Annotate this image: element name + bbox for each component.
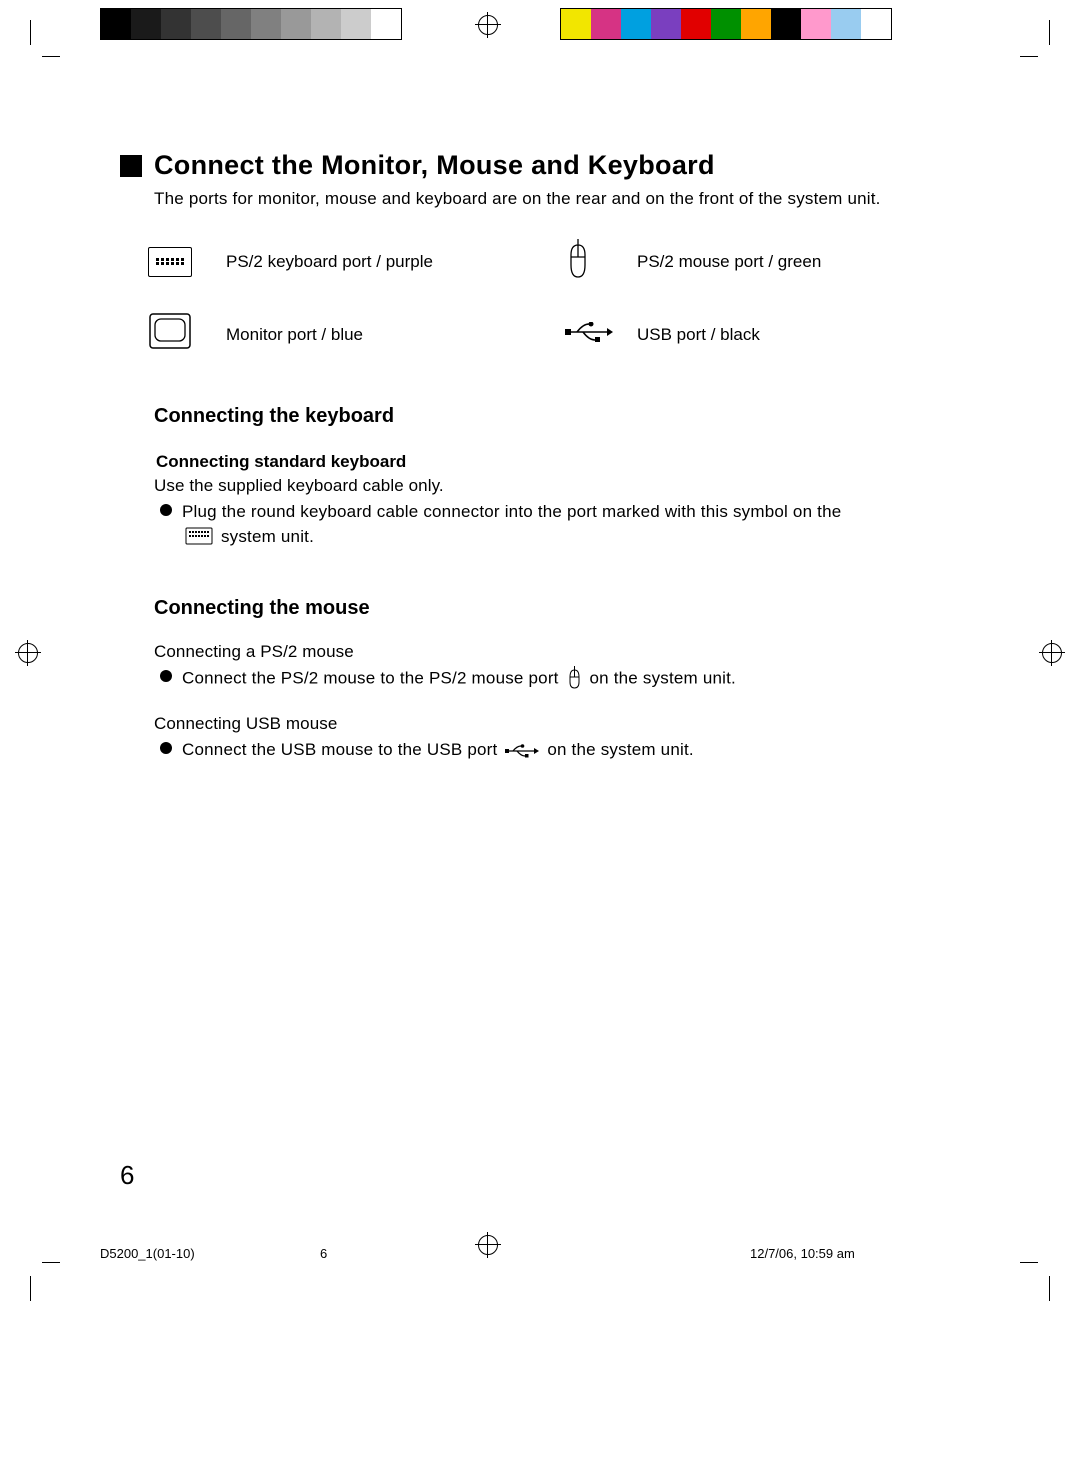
mouse-port-label: PS/2 mouse port / green <box>637 252 960 272</box>
crop-mark <box>1020 56 1038 57</box>
mouse-ps2-label: Connecting a PS/2 mouse <box>154 642 960 662</box>
swatch <box>371 9 401 39</box>
swatch <box>561 9 591 39</box>
text-fragment: system unit. <box>221 527 314 546</box>
mouse-ps2-bullet: Connect the PS/2 mouse to the PS/2 mouse… <box>154 666 960 692</box>
mouse-ps2-bullet-text: Connect the PS/2 mouse to the PS/2 mouse… <box>182 666 736 692</box>
crop-mark <box>1049 20 1050 45</box>
swatch <box>191 9 221 39</box>
swatch <box>101 9 131 39</box>
registration-target-icon <box>15 640 41 666</box>
swatch <box>771 9 801 39</box>
grayscale-swatch-bar <box>100 8 402 40</box>
keyboard-port-icon <box>148 247 210 277</box>
swatch <box>741 9 771 39</box>
keyboard-instruction-line: Use the supplied keyboard cable only. <box>154 476 960 496</box>
text-fragment: Plug the round keyboard cable connector … <box>182 502 841 521</box>
page-title: Connect the Monitor, Mouse and Keyboard <box>154 150 715 181</box>
crop-mark <box>42 1262 60 1263</box>
page-content: Connect the Monitor, Mouse and Keyboard … <box>120 150 960 763</box>
crop-mark <box>30 20 31 45</box>
mouse-usb-bullet-text: Connect the USB mouse to the USB port on… <box>182 738 694 763</box>
section-mouse-title: Connecting the mouse <box>154 597 960 620</box>
keyboard-port-label: PS/2 keyboard port / purple <box>226 252 549 272</box>
footer-page: 6 <box>320 1246 620 1261</box>
crop-mark <box>1020 1262 1038 1263</box>
color-swatch-bar <box>560 8 892 40</box>
swatch <box>681 9 711 39</box>
crop-mark <box>42 56 60 57</box>
crop-mark <box>30 1276 31 1301</box>
page-number: 6 <box>120 1160 134 1191</box>
registration-target-icon <box>475 12 501 38</box>
text-fragment: on the system unit. <box>547 740 693 759</box>
swatch <box>831 9 861 39</box>
swatch <box>131 9 161 39</box>
intro-text: The ports for monitor, mouse and keyboar… <box>154 189 960 209</box>
swatch <box>861 9 891 39</box>
keyboard-inline-icon <box>185 525 213 550</box>
usb-inline-icon <box>505 738 539 763</box>
swatch <box>341 9 371 39</box>
registration-target-icon <box>1039 640 1065 666</box>
footer-datetime: 12/7/06, 10:59 am <box>620 1246 980 1261</box>
text-fragment: Connect the PS/2 mouse to the PS/2 mouse… <box>182 669 559 688</box>
swatch <box>711 9 741 39</box>
crop-mark <box>1049 1276 1050 1301</box>
swatch <box>651 9 681 39</box>
usb-port-icon <box>565 322 621 347</box>
section-keyboard-title: Connecting the keyboard <box>154 405 960 428</box>
monitor-port-label: Monitor port / blue <box>226 325 549 345</box>
section-keyboard-subtitle: Connecting standard keyboard <box>156 452 960 472</box>
mouse-usb-label: Connecting USB mouse <box>154 714 960 734</box>
swatch <box>281 9 311 39</box>
footer-file: D5200_1(01-10) <box>100 1246 320 1261</box>
text-fragment: on the system unit. <box>589 669 735 688</box>
swatch <box>591 9 621 39</box>
bullet-icon <box>160 504 172 516</box>
mouse-inline-icon <box>567 666 582 692</box>
bullet-icon <box>160 742 172 754</box>
swatch <box>221 9 251 39</box>
mouse-usb-bullet: Connect the USB mouse to the USB port on… <box>154 738 960 763</box>
port-legend-grid: PS/2 keyboard port / purple PS/2 mouse p… <box>148 239 960 357</box>
swatch <box>251 9 281 39</box>
keyboard-bullet-text: Plug the round keyboard cable connector … <box>182 500 841 549</box>
swatch <box>161 9 191 39</box>
bullet-icon <box>160 670 172 682</box>
keyboard-bullet: Plug the round keyboard cable connector … <box>154 500 960 549</box>
print-footer: D5200_1(01-10) 6 12/7/06, 10:59 am <box>100 1246 980 1261</box>
square-bullet-icon <box>120 155 142 177</box>
swatch <box>621 9 651 39</box>
usb-port-label: USB port / black <box>637 325 960 345</box>
swatch <box>801 9 831 39</box>
monitor-port-icon <box>148 312 210 357</box>
swatch <box>311 9 341 39</box>
text-fragment: Connect the USB mouse to the USB port <box>182 740 497 759</box>
mouse-port-icon <box>565 239 621 284</box>
